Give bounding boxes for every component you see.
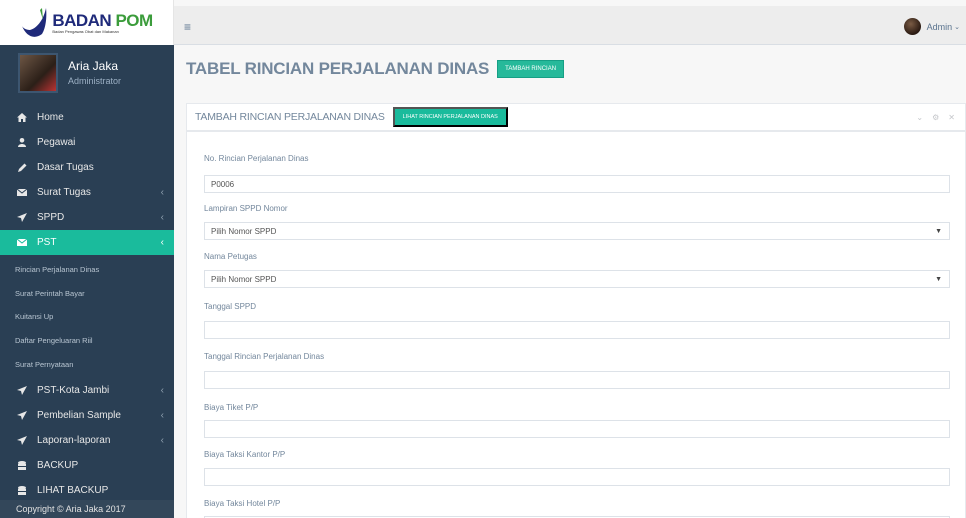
send-icon xyxy=(15,410,29,420)
sidebar-item-backup[interactable]: BACKUP xyxy=(0,453,174,478)
chevron-left-icon: ‹ xyxy=(160,409,164,421)
send-icon xyxy=(15,435,29,445)
profile: Aria Jaka Administrator xyxy=(0,45,174,100)
sidebar: BADAN POM Badan Pengawas Obat dan Makana… xyxy=(0,0,174,518)
submenu-item-rincian[interactable]: Rincian Perjalanan Dinas xyxy=(0,258,174,282)
sidebar-item-label: LIHAT BACKUP xyxy=(37,484,109,496)
biaya-tiket-input[interactable] xyxy=(204,420,950,438)
page-title: TABEL RINCIAN PERJALANAN DINAS xyxy=(186,59,490,78)
chevron-down-icon[interactable]: ⌄ xyxy=(916,113,923,122)
tanggal-sppd-label: Tanggal SPPD xyxy=(204,302,257,311)
sidebar-item-home[interactable]: Home xyxy=(0,105,174,130)
add-rincian-button[interactable]: TAMBAH RINCIAN xyxy=(497,60,565,78)
sidebar-item-laporan[interactable]: Laporan-laporan ‹ xyxy=(0,428,174,453)
panel-title: TAMBAH RINCIAN PERJALANAN DINAS xyxy=(195,111,385,123)
close-icon[interactable]: ✕ xyxy=(948,113,955,122)
chevron-left-icon: ‹ xyxy=(160,187,164,198)
profile-name: Aria Jaka xyxy=(68,59,119,73)
sidebar-item-label: SPPD xyxy=(37,212,65,223)
sidebar-item-label: BACKUP xyxy=(37,459,79,471)
copyright: Copyright © Aria Jaka 2017 xyxy=(0,500,174,518)
caret-down-icon: ▼ xyxy=(935,227,942,235)
sidebar-item-label: Home xyxy=(37,112,64,123)
biaya-taksi-kantor-label: Biaya Taksi Kantor P/P xyxy=(204,450,286,459)
database-icon xyxy=(15,485,29,495)
sidebar-item-dasar-tugas[interactable]: Dasar Tugas xyxy=(0,155,174,180)
sidebar-item-surat-tugas[interactable]: Surat Tugas ‹ xyxy=(0,180,174,205)
nama-petugas-label: Nama Petugas xyxy=(204,252,257,261)
biaya-tiket-label: Biaya Tiket P/P xyxy=(204,403,259,412)
sidebar-item-sppd[interactable]: SPPD ‹ xyxy=(0,205,174,230)
envelope-icon xyxy=(15,189,29,196)
no-rincian-value: P0006 xyxy=(211,179,235,189)
chevron-left-icon: ‹ xyxy=(160,384,164,396)
pst-submenu: Rincian Perjalanan Dinas Surat Perintah … xyxy=(0,255,174,376)
sidebar-menu: Home Pegawai Dasar Tugas Surat Tugas ‹ S… xyxy=(0,105,174,255)
chevron-left-icon: ‹ xyxy=(160,212,164,223)
sidebar-item-pst-kota-jambi[interactable]: PST-Kota Jambi ‹ xyxy=(0,378,174,403)
gear-icon[interactable]: ⚙ xyxy=(932,113,939,122)
logo-icon xyxy=(22,7,47,37)
sidebar-item-label: Pembelian Sample xyxy=(37,409,121,421)
form-panel: TAMBAH RINCIAN PERJALANAN DINAS LIHAT RI… xyxy=(186,103,966,518)
pencil-icon xyxy=(15,163,29,172)
user-name: Admin xyxy=(926,21,953,32)
lampiran-sppd-select[interactable]: Pilih Nomor SPPD ▼ xyxy=(204,222,950,240)
sidebar-item-label: PST-Kota Jambi xyxy=(37,384,110,396)
logo-subtitle: Badan Pengawas Obat dan Makanan xyxy=(52,28,119,34)
panel-header: TAMBAH RINCIAN PERJALANAN DINAS LIHAT RI… xyxy=(187,104,965,132)
sidebar-item-label: Dasar Tugas xyxy=(37,162,94,173)
biaya-taksi-hotel-label: Biaya Taksi Hotel P/P xyxy=(204,499,281,508)
submenu-item-surat-pernyataan[interactable]: Surat Pernyataan xyxy=(0,352,174,376)
sidebar-item-pst[interactable]: PST ‹ xyxy=(0,230,174,255)
sidebar-item-pegawai[interactable]: Pegawai xyxy=(0,130,174,155)
profile-role: Administrator xyxy=(68,76,122,86)
sidebar-item-pembelian-sample[interactable]: Pembelian Sample ‹ xyxy=(0,403,174,428)
send-icon xyxy=(15,385,29,395)
tanggal-sppd-input[interactable] xyxy=(204,321,950,339)
caret-down-icon: ▼ xyxy=(935,275,942,283)
avatar xyxy=(18,52,58,93)
panel-tools: ⌄ ⚙ ✕ xyxy=(916,113,955,122)
submenu-item-surat-perintah-bayar[interactable]: Surat Perintah Bayar xyxy=(0,282,174,306)
view-rincian-button[interactable]: LIHAT RINCIAN PERJALANAN DINAS xyxy=(392,107,508,127)
top-nav: ≡ Admin ⌄ xyxy=(174,0,966,45)
chevron-left-icon: ‹ xyxy=(160,237,164,248)
nama-petugas-select[interactable]: Pilih Nomor SPPD ▼ xyxy=(204,270,950,288)
page-header: TABEL RINCIAN PERJALANAN DINAS TAMBAH RI… xyxy=(186,59,565,79)
chevron-down-icon: ⌄ xyxy=(954,23,960,31)
biaya-taksi-kantor-input[interactable] xyxy=(204,468,950,486)
lampiran-sppd-value: Pilih Nomor SPPD xyxy=(211,226,277,236)
user-menu[interactable]: Admin ⌄ xyxy=(903,18,960,35)
chevron-left-icon: ‹ xyxy=(160,434,164,446)
main-content: TABEL RINCIAN PERJALANAN DINAS TAMBAH RI… xyxy=(174,45,966,518)
lampiran-sppd-label: Lampiran SPPD Nomor xyxy=(204,204,288,213)
tanggal-rincian-input[interactable] xyxy=(204,371,950,389)
logo-title: BADAN POM xyxy=(52,10,153,30)
no-rincian-input[interactable]: P0006 xyxy=(204,175,950,193)
user-avatar xyxy=(903,18,921,35)
envelope-icon xyxy=(15,239,29,246)
sidebar-item-label: Surat Tugas xyxy=(37,187,91,198)
database-icon xyxy=(15,460,29,470)
logo[interactable]: BADAN POM Badan Pengawas Obat dan Makana… xyxy=(0,0,174,45)
home-icon xyxy=(15,113,29,122)
sidebar-menu-lower: PST-Kota Jambi ‹ Pembelian Sample ‹ Lapo… xyxy=(0,376,174,503)
submenu-item-daftar-pengeluaran[interactable]: Daftar Pengeluaran Riil xyxy=(0,329,174,353)
no-rincian-label: No. Rincian Perjalanan Dinas xyxy=(204,154,309,163)
submenu-item-kuitansi-up[interactable]: Kuitansi Up xyxy=(0,305,174,329)
send-icon xyxy=(15,213,29,222)
menu-icon[interactable]: ≡ xyxy=(184,20,191,34)
sidebar-item-label: Laporan-laporan xyxy=(37,434,111,446)
sidebar-item-label: PST xyxy=(37,237,57,248)
user-icon xyxy=(15,138,29,147)
sidebar-item-label: Pegawai xyxy=(37,137,76,148)
tanggal-rincian-label: Tanggal Rincian Perjalanan Dinas xyxy=(204,352,325,361)
nama-petugas-value: Pilih Nomor SPPD xyxy=(211,274,277,284)
